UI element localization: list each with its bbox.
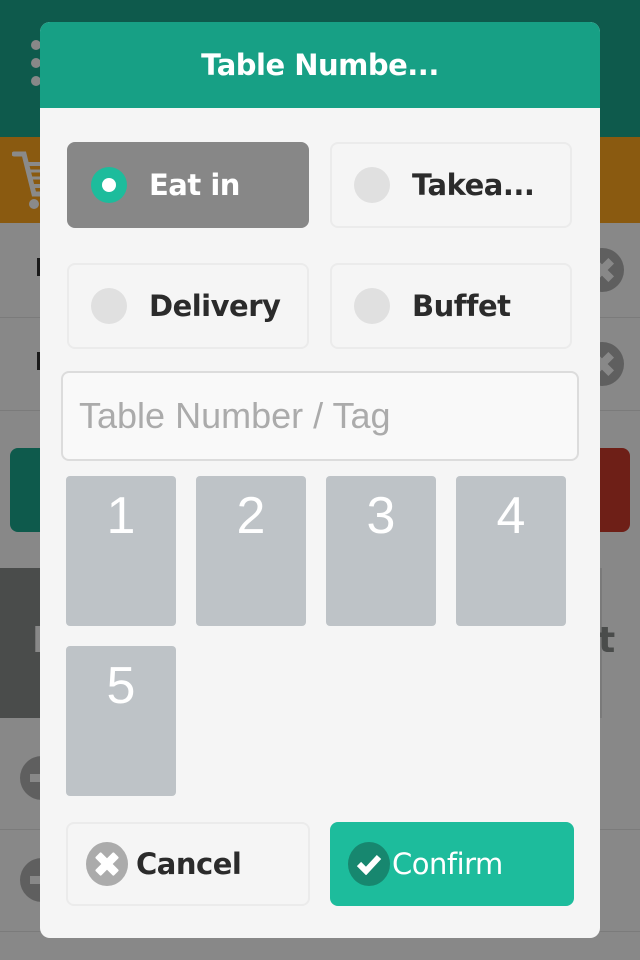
radio-unselected-icon — [91, 288, 127, 324]
table-tile-2[interactable]: 2 — [196, 476, 306, 626]
cancel-label: Cancel — [136, 847, 242, 881]
table-tile-1[interactable]: 1 — [66, 476, 176, 626]
check-circle-icon — [348, 842, 390, 886]
radio-unselected-icon — [354, 288, 390, 324]
background-panel-text-right: t — [598, 620, 616, 661]
table-number-dialog: Table Numbe... Eat in Takea... Delivery … — [40, 22, 600, 938]
dialog-title: Table Numbe... — [201, 48, 439, 82]
table-tile-3[interactable]: 3 — [326, 476, 436, 626]
cancel-button[interactable]: Cancel — [66, 822, 310, 906]
radio-unselected-icon — [354, 167, 390, 203]
order-type-buffet[interactable]: Buffet — [330, 263, 572, 349]
table-tile-4[interactable]: 4 — [456, 476, 566, 626]
order-type-label: Takea... — [412, 168, 535, 202]
table-tile-5[interactable]: 5 — [66, 646, 176, 796]
order-type-label: Buffet — [412, 289, 511, 323]
order-type-label: Delivery — [149, 289, 281, 323]
checkmark-glyph — [356, 854, 382, 875]
confirm-label: Confirm — [392, 847, 503, 881]
order-type-delivery[interactable]: Delivery — [67, 263, 309, 349]
order-type-takeaway[interactable]: Takea... — [330, 142, 572, 228]
order-type-eat-in[interactable]: Eat in — [67, 142, 309, 228]
confirm-button[interactable]: Confirm — [330, 822, 574, 906]
close-circle-icon — [86, 842, 128, 886]
table-number-input[interactable] — [61, 371, 579, 461]
dialog-header: Table Numbe... — [40, 22, 600, 108]
radio-selected-icon — [91, 167, 127, 203]
order-type-label: Eat in — [149, 168, 240, 202]
